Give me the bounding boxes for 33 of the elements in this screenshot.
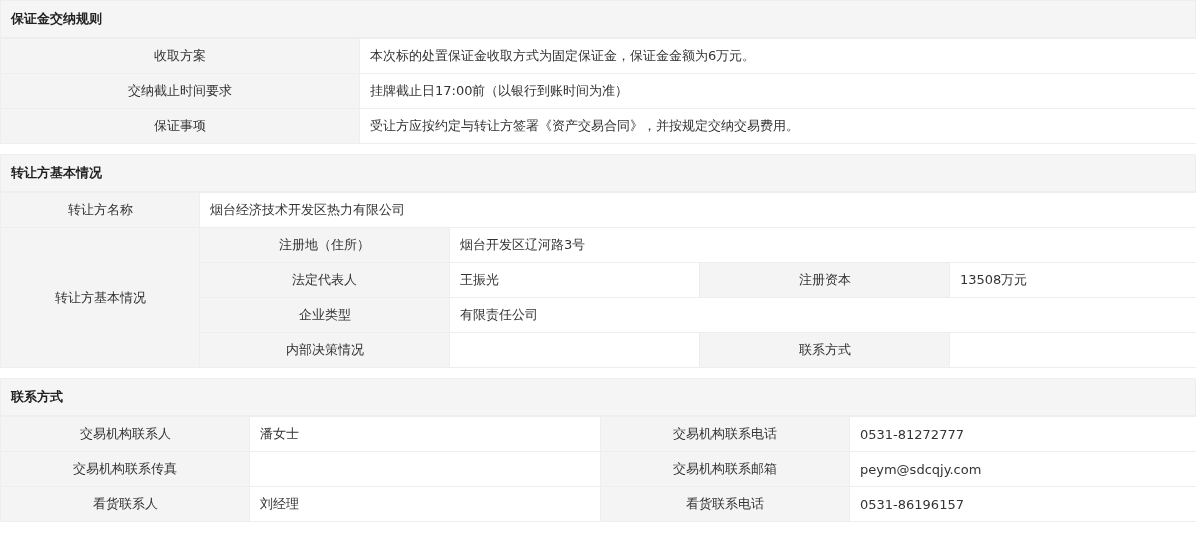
field-label: 看货联系电话 bbox=[600, 486, 850, 522]
section-title: 联系方式 bbox=[11, 388, 63, 406]
field-value: 烟台开发区辽河路3号 bbox=[449, 227, 1196, 263]
field-label: 交易机构联系邮箱 bbox=[600, 451, 850, 487]
field-value: 挂牌截止日17:00前（以银行到账时间为准） bbox=[359, 73, 1196, 109]
field-label: 看货联系人 bbox=[0, 486, 250, 522]
field-value: 受让方应按约定与转让方签署《资产交易合同》，并按规定交纳交易费用。 bbox=[359, 108, 1196, 144]
field-value: 有限责任公司 bbox=[449, 297, 1196, 333]
section-title: 保证金交纳规则 bbox=[11, 10, 102, 28]
field-label: 交易机构联系电话 bbox=[600, 416, 850, 452]
field-label: 注册地（住所） bbox=[199, 227, 450, 263]
field-value: 0531-86196157 bbox=[849, 486, 1196, 522]
field-label: 转让方名称 bbox=[0, 192, 200, 228]
field-label: 交纳截止时间要求 bbox=[0, 73, 360, 109]
field-label: 内部决策情况 bbox=[199, 332, 450, 368]
field-label: 转让方基本情况 bbox=[0, 227, 200, 368]
field-value: peym@sdcqjy.com bbox=[849, 451, 1196, 487]
field-value: 王振光 bbox=[449, 262, 700, 298]
field-label: 企业类型 bbox=[199, 297, 450, 333]
field-label: 收取方案 bbox=[0, 38, 360, 74]
field-label: 注册资本 bbox=[699, 262, 950, 298]
field-value: 刘经理 bbox=[249, 486, 601, 522]
field-value: 潘女士 bbox=[249, 416, 601, 452]
field-value: 0531-81272777 bbox=[849, 416, 1196, 452]
field-label: 法定代表人 bbox=[199, 262, 450, 298]
field-label: 交易机构联系传真 bbox=[0, 451, 250, 487]
section-title: 转让方基本情况 bbox=[11, 164, 102, 182]
field-value: 烟台经济技术开发区热力有限公司 bbox=[199, 192, 1196, 228]
field-value: 13508万元 bbox=[949, 262, 1196, 298]
field-value: 本次标的处置保证金收取方式为固定保证金，保证金金额为6万元。 bbox=[359, 38, 1196, 74]
field-label: 保证事项 bbox=[0, 108, 360, 144]
field-label: 联系方式 bbox=[699, 332, 950, 368]
field-label: 交易机构联系人 bbox=[0, 416, 250, 452]
